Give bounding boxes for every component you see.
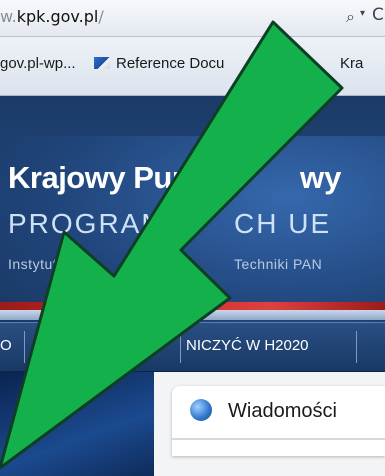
- url-field[interactable]: w.kpk.gov.pl/: [0, 6, 330, 28]
- favorite-label: gov.pl-wp...: [0, 55, 76, 72]
- globe-icon: [190, 399, 212, 421]
- nav-separator: [356, 331, 357, 363]
- nav-separator: [180, 331, 181, 363]
- main-nav: O NICZYĆ W H2020: [0, 322, 385, 372]
- favorite-label: Reference Docu: [116, 55, 225, 72]
- news-divider: [172, 438, 385, 440]
- url-domain: kpk.gov.pl: [16, 7, 99, 26]
- institute-right: Techniki PAN: [234, 256, 323, 272]
- site-title-right[interactable]: wy: [300, 160, 341, 196]
- nav-separator: [24, 331, 25, 363]
- institute-left: Instytut Podst: [8, 256, 100, 272]
- address-bar[interactable]: w.kpk.gov.pl/ ⌕ ▾ C: [0, 0, 385, 37]
- favorite-item-kra[interactable]: Kra: [340, 55, 363, 72]
- favorite-label: Kra: [340, 55, 364, 72]
- news-title[interactable]: Wiadomości: [228, 400, 337, 423]
- reference-page-icon: [94, 57, 110, 69]
- favorite-item-reference-docu[interactable]: Reference Docu: [94, 55, 224, 72]
- site-title-left[interactable]: Krajowy Pun: [8, 160, 191, 196]
- light-divider: [0, 310, 385, 320]
- nav-item-h2020[interactable]: NICZYĆ W H2020: [186, 337, 309, 354]
- nav-item-left[interactable]: O: [0, 337, 12, 354]
- content-area: Wiadomości: [0, 372, 385, 476]
- red-divider: [0, 302, 385, 310]
- site-subtitle-left: PROGRAMÓ: [8, 208, 191, 239]
- news-box: Wiadomości: [172, 386, 385, 456]
- favorites-bar: gov.pl-wp... Reference Docu Kra: [0, 37, 385, 96]
- chevron-down-icon[interactable]: ▾: [360, 8, 365, 19]
- url-path: /: [98, 7, 104, 26]
- web-page: Krajowy Pun wy PROGRAMÓ CH UE Instytut P…: [0, 96, 385, 476]
- favorite-item-gov[interactable]: gov.pl-wp...: [0, 55, 76, 72]
- refresh-icon[interactable]: C: [372, 5, 384, 25]
- left-banner[interactable]: [0, 372, 154, 476]
- url-prefix: w.: [0, 7, 17, 26]
- site-subtitle-right: CH UE: [234, 208, 332, 239]
